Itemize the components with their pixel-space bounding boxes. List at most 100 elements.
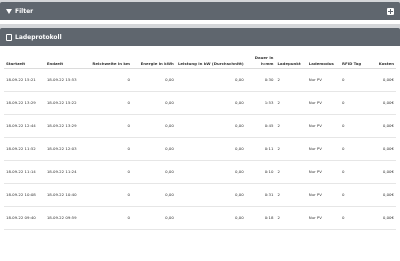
cell-startzeit: 18.09.22 13:29 [4, 91, 45, 115]
cell-dauer: 0:30 [245, 68, 276, 92]
cell-kosten: 0,00€ [365, 206, 396, 230]
cell-endzeit: 18.09.22 15:22 [44, 91, 86, 115]
cell-ladepunkt: 2 [275, 183, 307, 207]
filter-panel-title: Filter [15, 7, 34, 15]
cell-ladepunkt: 2 [275, 114, 307, 138]
table-row: 18.09.22 15:21 18.09.22 15:53 0 0,00 0,00 0:3… [4, 68, 396, 92]
cell-reichweite: 0 [85, 68, 132, 92]
cell-leistung: 0,00 [175, 68, 246, 92]
table-row: 18.09.22 10:08 18.09.22 10:40 0 0,00 0,00 0:3… [4, 183, 396, 207]
cell-endzeit: 18.09.22 13:29 [44, 114, 86, 138]
cell-leistung: 0,00 [175, 183, 246, 207]
cell-lademodus: Nur PV [306, 206, 340, 230]
column-header-reichweite[interactable]: Reichweite in km [85, 46, 132, 69]
column-header-rfid-tag[interactable]: RFID Tag [339, 46, 366, 69]
cell-dauer: 0:45 [245, 114, 276, 138]
cell-lademodus: Nur PV [306, 114, 340, 138]
cell-reichweite: 0 [85, 137, 132, 161]
cell-lademodus: Nur PV [306, 68, 340, 92]
cell-energie: 0,00 [132, 160, 176, 184]
clipboard-icon [6, 33, 12, 41]
table-row: 18.09.22 11:52 18.09.22 12:03 0 0,00 0,00 0:1… [4, 137, 396, 161]
cell-reichweite: 0 [85, 114, 132, 138]
cell-ladepunkt: 2 [275, 68, 307, 92]
expand-plus-icon[interactable] [387, 7, 394, 15]
cell-lademodus: Nur PV [306, 183, 340, 207]
column-header-kosten[interactable]: Kosten [365, 46, 396, 69]
cell-rfid-tag: 0 [339, 160, 366, 184]
filter-panel-header[interactable]: Filter [0, 2, 400, 20]
cell-energie: 0,00 [132, 114, 176, 138]
cell-energie: 0,00 [132, 137, 176, 161]
cell-ladepunkt: 2 [275, 160, 307, 184]
cell-endzeit: 18.09.22 12:03 [44, 137, 86, 161]
cell-leistung: 0,00 [175, 91, 246, 115]
cell-ladepunkt: 2 [275, 137, 307, 161]
cell-reichweite: 0 [85, 206, 132, 230]
cell-dauer: 1:53 [245, 91, 276, 115]
cell-dauer: 0:10 [245, 160, 276, 184]
column-header-endzeit[interactable]: Endzeit [44, 46, 86, 69]
cell-dauer: 0:11 [245, 137, 276, 161]
column-header-energie[interactable]: Energie in kWh [132, 46, 176, 69]
column-header-lademodus[interactable]: Lademodus [306, 46, 340, 69]
table-header-row: Startzeit Endzeit Reichweite in km Energ… [4, 46, 396, 69]
column-header-ladepunkt[interactable]: Ladepunkt [275, 46, 307, 69]
cell-kosten: 0,00€ [365, 137, 396, 161]
cell-startzeit: 18.09.22 11:14 [4, 160, 45, 184]
cell-leistung: 0,00 [175, 114, 246, 138]
cell-startzeit: 18.09.22 10:08 [4, 183, 45, 207]
cell-kosten: 0,00€ [365, 68, 396, 92]
column-header-startzeit[interactable]: Startzeit [4, 46, 45, 69]
cell-kosten: 0,00€ [365, 160, 396, 184]
cell-lademodus: Nur PV [306, 137, 340, 161]
cell-endzeit: 18.09.22 10:40 [44, 183, 86, 207]
cell-startzeit: 18.09.22 11:52 [4, 137, 45, 161]
table-row: 18.09.22 13:29 18.09.22 15:22 0 0,00 0,00 1:5… [4, 91, 396, 115]
cell-reichweite: 0 [85, 91, 132, 115]
cell-rfid-tag: 0 [339, 137, 366, 161]
filter-panel: Filter [0, 2, 400, 24]
cell-leistung: 0,00 [175, 206, 246, 230]
filter-icon [6, 8, 12, 14]
cell-reichweite: 0 [85, 160, 132, 184]
cell-kosten: 0,00€ [365, 114, 396, 138]
cell-ladepunkt: 2 [275, 91, 307, 115]
cell-startzeit: 18.09.22 15:21 [4, 68, 45, 92]
cell-energie: 0,00 [132, 183, 176, 207]
cell-leistung: 0,00 [175, 137, 246, 161]
cell-leistung: 0,00 [175, 160, 246, 184]
cell-energie: 0,00 [132, 91, 176, 115]
log-panel-header: Ladeprotokoll [0, 28, 400, 46]
table-body: 18.09.22 15:21 18.09.22 15:53 0 0,00 0,00 0:3… [4, 68, 396, 230]
cell-rfid-tag: 0 [339, 68, 366, 92]
cell-ladepunkt: 2 [275, 206, 307, 230]
cell-rfid-tag: 0 [339, 114, 366, 138]
table-row: 18.09.22 09:40 18.09.22 09:59 0 0,00 0,00 0:1… [4, 206, 396, 230]
cell-rfid-tag: 0 [339, 206, 366, 230]
charge-log-table: Startzeit Endzeit Reichweite in km Energ… [4, 46, 396, 230]
cell-endzeit: 18.09.22 15:53 [44, 68, 86, 92]
cell-startzeit: 18.09.22 09:40 [4, 206, 45, 230]
cell-rfid-tag: 0 [339, 91, 366, 115]
cell-reichweite: 0 [85, 183, 132, 207]
cell-energie: 0,00 [132, 206, 176, 230]
cell-lademodus: Nur PV [306, 91, 340, 115]
cell-energie: 0,00 [132, 68, 176, 92]
cell-rfid-tag: 0 [339, 183, 366, 207]
filter-panel-body [0, 20, 400, 24]
log-panel-body: Startzeit Endzeit Reichweite in km Energ… [0, 46, 400, 261]
table-row: 18.09.22 11:14 18.09.22 11:24 0 0,00 0,00 0:1… [4, 160, 396, 184]
cell-dauer: 0:31 [245, 183, 276, 207]
cell-endzeit: 18.09.22 11:24 [44, 160, 86, 184]
column-header-dauer[interactable]: Dauer in h:mm [245, 46, 276, 69]
cell-kosten: 0,00€ [365, 183, 396, 207]
log-panel: Ladeprotokoll Startzeit Endzeit Reichwei… [0, 28, 400, 261]
cell-startzeit: 18.09.22 12:44 [4, 114, 45, 138]
log-panel-title: Ladeprotokoll [15, 33, 62, 41]
cell-kosten: 0,00€ [365, 91, 396, 115]
table-row: 18.09.22 12:44 18.09.22 13:29 0 0,00 0,00 0:4… [4, 114, 396, 138]
column-header-leistung[interactable]: Leistung in kW (Durchschnitt) [175, 46, 246, 69]
cell-dauer: 0:18 [245, 206, 276, 230]
cell-endzeit: 18.09.22 09:59 [44, 206, 86, 230]
